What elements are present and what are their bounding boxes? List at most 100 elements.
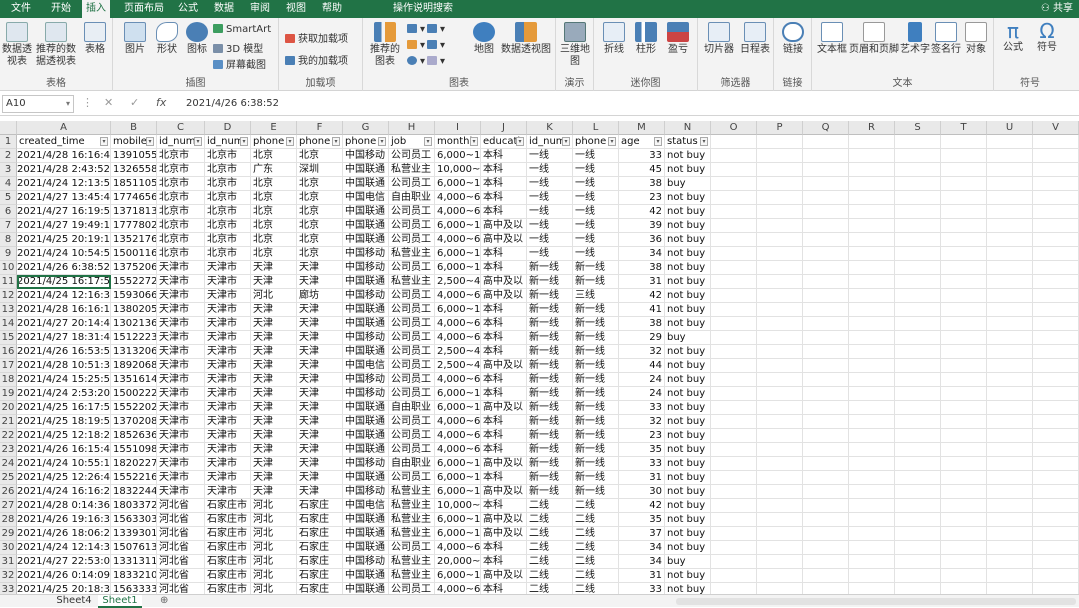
cell[interactable]: 北京市 xyxy=(205,149,251,163)
cell[interactable]: 天津 xyxy=(297,401,343,415)
cell[interactable]: 新一线 xyxy=(527,415,573,429)
cell[interactable] xyxy=(987,247,1033,261)
cell[interactable] xyxy=(1033,345,1079,359)
cell[interactable] xyxy=(941,569,987,583)
cell[interactable] xyxy=(803,191,849,205)
cell[interactable] xyxy=(803,457,849,471)
cell[interactable]: 4,000~6,00 xyxy=(435,233,481,247)
cell[interactable] xyxy=(1033,191,1079,205)
cell[interactable]: 2021/4/25 16:17:57 xyxy=(17,275,111,289)
cell[interactable] xyxy=(757,415,803,429)
cell[interactable]: 北京 xyxy=(297,233,343,247)
cell[interactable]: 天津市 xyxy=(205,359,251,373)
cell[interactable]: 公司员工 xyxy=(389,443,435,457)
cell[interactable]: 高中及以 xyxy=(481,485,527,499)
signature-line-button[interactable]: 签名行 xyxy=(930,22,962,56)
cell[interactable]: 中国联通 xyxy=(343,345,389,359)
cell[interactable] xyxy=(895,457,941,471)
formula-input[interactable]: 2021/4/26 6:38:52 xyxy=(186,95,279,113)
cell[interactable]: 一线 xyxy=(527,219,573,233)
cell[interactable] xyxy=(941,289,987,303)
cell[interactable]: 天津 xyxy=(251,373,297,387)
cell[interactable]: 13313113 xyxy=(111,555,157,569)
cell[interactable]: 45 xyxy=(619,163,665,177)
pivot-table-button[interactable]: 数据透视表 xyxy=(2,22,32,68)
recommended-chart-button[interactable]: 推荐的图表 xyxy=(367,22,403,68)
cell[interactable]: 中国移动 xyxy=(343,289,389,303)
cell[interactable] xyxy=(803,205,849,219)
cell[interactable]: 二线 xyxy=(527,513,573,527)
cell[interactable]: 一线 xyxy=(573,191,619,205)
cell[interactable] xyxy=(711,191,757,205)
cell[interactable] xyxy=(803,163,849,177)
cell[interactable]: 6,000~10,0 xyxy=(435,471,481,485)
cell[interactable]: 天津 xyxy=(297,429,343,443)
cell[interactable]: 2021/4/24 2:53:20 xyxy=(17,387,111,401)
row-header[interactable]: 10 xyxy=(0,261,17,275)
cell[interactable] xyxy=(895,359,941,373)
cell[interactable]: 新一线 xyxy=(527,289,573,303)
cell[interactable]: 新一线 xyxy=(527,331,573,345)
cell[interactable]: not buy xyxy=(665,429,711,443)
cell[interactable]: 北京 xyxy=(251,233,297,247)
cell[interactable]: 天津 xyxy=(297,303,343,317)
table-button[interactable]: 表格 xyxy=(82,22,108,56)
cell[interactable] xyxy=(711,499,757,513)
cell[interactable]: 18202279 xyxy=(111,457,157,471)
cell[interactable]: 42 xyxy=(619,499,665,513)
filter-dropdown-icon[interactable]: ▾ xyxy=(608,137,616,146)
cell[interactable]: 38 xyxy=(619,177,665,191)
cell[interactable]: not buy xyxy=(665,541,711,555)
cell[interactable]: 2021/4/25 16:17:54 xyxy=(17,401,111,415)
cell[interactable]: 2021/4/26 16:53:54 xyxy=(17,345,111,359)
cell[interactable] xyxy=(757,443,803,457)
cell[interactable]: 39 xyxy=(619,219,665,233)
cell[interactable] xyxy=(803,289,849,303)
cell[interactable]: 二线 xyxy=(573,541,619,555)
cell[interactable]: 中国联通 xyxy=(343,401,389,415)
cell[interactable]: 18332106 xyxy=(111,569,157,583)
cell[interactable] xyxy=(803,219,849,233)
cell[interactable]: 公司员工 xyxy=(389,359,435,373)
cell[interactable] xyxy=(803,317,849,331)
cell[interactable] xyxy=(941,471,987,485)
cell[interactable]: 18920686 xyxy=(111,359,157,373)
cell[interactable] xyxy=(895,261,941,275)
cell[interactable]: 2021/4/25 12:26:42 xyxy=(17,471,111,485)
cell[interactable]: 6,000~10,0 xyxy=(435,247,481,261)
cell[interactable] xyxy=(987,331,1033,345)
stat-chart-button[interactable]: ▾ xyxy=(427,40,445,51)
sheet-tab[interactable]: Sheet1 xyxy=(98,595,142,608)
cell[interactable]: 公司员工 xyxy=(389,261,435,275)
smartart-button[interactable]: SmartArt xyxy=(213,24,271,35)
cell[interactable] xyxy=(987,485,1033,499)
cell[interactable]: 中国联通 xyxy=(343,219,389,233)
cell[interactable] xyxy=(1033,499,1079,513)
cell[interactable] xyxy=(757,345,803,359)
cell[interactable]: 天津 xyxy=(251,331,297,345)
cell[interactable]: 38 xyxy=(619,261,665,275)
timeline-button[interactable]: 日程表 xyxy=(738,22,772,56)
row-header[interactable]: 29 xyxy=(0,527,17,541)
cell[interactable] xyxy=(941,261,987,275)
cell[interactable]: 13265582 xyxy=(111,163,157,177)
cell[interactable] xyxy=(711,275,757,289)
enter-icon[interactable]: ✓ xyxy=(130,96,139,109)
cell[interactable]: 天津市 xyxy=(205,443,251,457)
cell[interactable] xyxy=(711,163,757,177)
cell[interactable] xyxy=(941,499,987,513)
cell[interactable]: 天津市 xyxy=(157,275,205,289)
cell[interactable] xyxy=(895,289,941,303)
cell[interactable] xyxy=(711,569,757,583)
cell[interactable]: 13802052 xyxy=(111,303,157,317)
pivot-chart-button[interactable]: 数据透视图 xyxy=(501,22,551,56)
cell[interactable]: 6,000~10,0 xyxy=(435,513,481,527)
cell[interactable]: 天津市 xyxy=(205,471,251,485)
screenshot-button[interactable]: 屏幕截图 xyxy=(213,56,266,71)
cell[interactable] xyxy=(757,569,803,583)
cell[interactable]: 中国移动 xyxy=(343,373,389,387)
cell[interactable] xyxy=(849,513,895,527)
cell[interactable] xyxy=(987,401,1033,415)
cell[interactable]: not buy xyxy=(665,471,711,485)
cell[interactable]: not buy xyxy=(665,233,711,247)
